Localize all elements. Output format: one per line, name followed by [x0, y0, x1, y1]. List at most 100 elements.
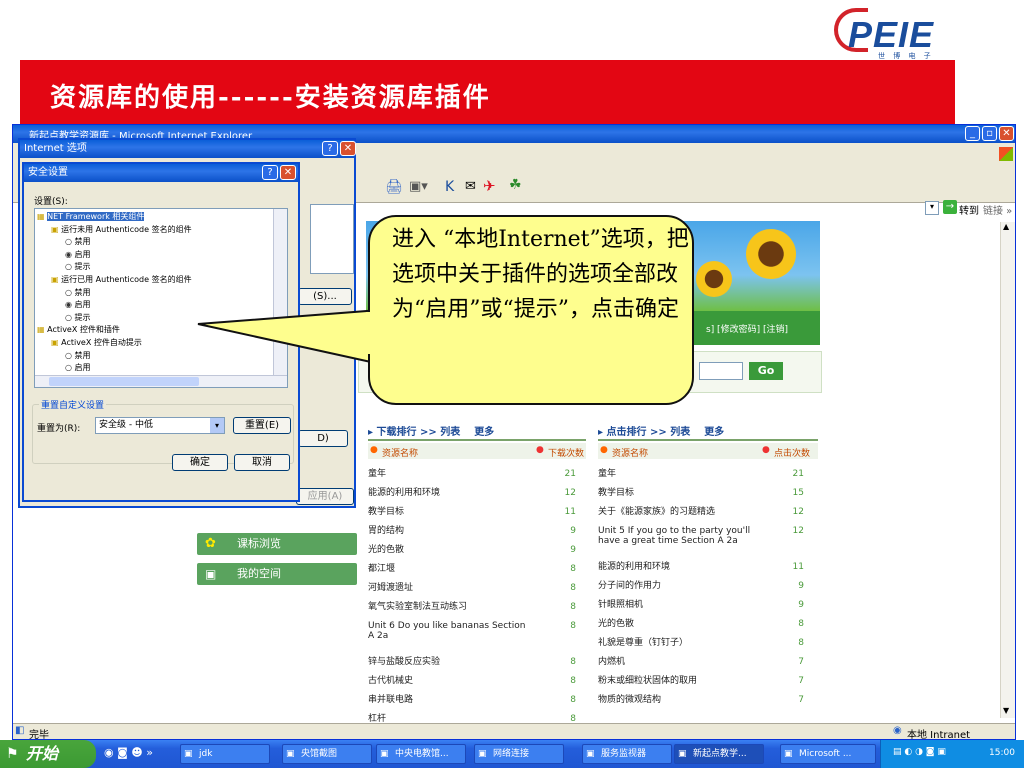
- user-links[interactable]: s] [修改密码] [注销]: [706, 322, 788, 335]
- users-icon[interactable]: ☘: [509, 177, 522, 193]
- taskbar-item[interactable]: ▣ 央馆截图: [282, 744, 372, 764]
- resource-name[interactable]: 分子间的作用力: [598, 581, 758, 591]
- table-row[interactable]: 串并联电路 8: [368, 693, 586, 712]
- taskbar-item[interactable]: ▣ jdk: [180, 744, 270, 764]
- restore-button[interactable]: ▫: [982, 126, 997, 141]
- taskbar-item[interactable]: ▣ Microsoft ...: [780, 744, 876, 764]
- resource-name[interactable]: 氧气实验室制法互动练习: [368, 602, 528, 612]
- tree-radio-option[interactable]: ○ 提示: [65, 312, 91, 323]
- print-icon[interactable]: 🖨: [385, 179, 403, 195]
- table-row[interactable]: 河姆渡遗址 8: [368, 581, 586, 600]
- tray-icons[interactable]: ▤ ◐ ◑ ◙ ▣: [893, 747, 946, 757]
- table-row[interactable]: 氧气实验室制法互动练习 8: [368, 600, 586, 619]
- table-row[interactable]: 都江堰 8: [368, 562, 586, 581]
- taskbar-item[interactable]: ▣ 中央电教馆...: [376, 744, 466, 764]
- tree-item[interactable]: ▦ ActiveX 控件和插件: [37, 324, 120, 335]
- resource-name[interactable]: Unit 6 Do you like bananas Section A 2a: [368, 621, 528, 641]
- side-button-myspace[interactable]: ▣ 我的空间: [197, 563, 357, 585]
- table-row[interactable]: 物质的微观结构 7: [598, 693, 818, 712]
- go-button[interactable]: Go: [749, 362, 783, 380]
- vertical-scrollbar[interactable]: ▲ ▼: [1000, 222, 1015, 718]
- real-icon[interactable]: ✈: [483, 177, 496, 195]
- resource-name[interactable]: 教学目标: [598, 488, 758, 498]
- table-row[interactable]: 光的色散 9: [368, 543, 586, 562]
- tree-radio-option[interactable]: ◉ 启用: [65, 299, 91, 310]
- tree-item[interactable]: ▣ 运行未用 Authenticode 签名的组件: [51, 224, 192, 235]
- table-row[interactable]: 教学目标 15: [598, 486, 818, 505]
- resource-name[interactable]: 河姆渡遗址: [368, 583, 528, 593]
- help-button[interactable]: ?: [262, 165, 278, 180]
- scroll-down-icon[interactable]: ▼: [1003, 706, 1009, 715]
- resource-name[interactable]: 能源的利用和环境: [368, 488, 528, 498]
- table-row[interactable]: 胃的结构 9: [368, 524, 586, 543]
- close-button[interactable]: ✕: [280, 165, 296, 180]
- dropdown-arrow-icon[interactable]: ▾: [210, 418, 224, 433]
- close-button[interactable]: ✕: [340, 141, 356, 156]
- table-row[interactable]: Unit 6 Do you like bananas Section A 2a 8: [368, 619, 586, 655]
- table-row[interactable]: Unit 5 If you go to the party you'll hav…: [598, 524, 818, 560]
- tree-radio-option[interactable]: ○ 禁用: [65, 236, 91, 247]
- tree-radio-option[interactable]: ◉ 启用: [65, 249, 91, 260]
- resource-name[interactable]: 光的色散: [368, 545, 528, 555]
- table-row[interactable]: 粉末或细粒状固体的取用 7: [598, 674, 818, 693]
- tree-radio-option[interactable]: ○ 启用: [65, 362, 91, 373]
- research-icon[interactable]: K: [445, 179, 454, 195]
- resource-name[interactable]: 物质的微观结构: [598, 695, 758, 705]
- resource-name[interactable]: 能源的利用和环境: [598, 562, 758, 572]
- resource-name[interactable]: 内燃机: [598, 657, 758, 667]
- table-row[interactable]: 关于《能源家族》的习题精选 12: [598, 505, 818, 524]
- go-label[interactable]: 转到: [959, 202, 979, 217]
- resource-name[interactable]: 粉末或细粒状固体的取用: [598, 676, 758, 686]
- table-row[interactable]: 能源的利用和环境 12: [368, 486, 586, 505]
- table-row[interactable]: 光的色散 8: [598, 617, 818, 636]
- search-input[interactable]: [699, 362, 743, 380]
- panel-title[interactable]: 点击排行 >> 列表: [607, 427, 691, 438]
- tree-item[interactable]: ▣ ActiveX 控件自动提示: [51, 337, 142, 348]
- table-row[interactable]: 礼貌是尊重（钉钉子） 8: [598, 636, 818, 655]
- reset-button[interactable]: 重置(E): [233, 417, 291, 434]
- default-level-button[interactable]: D): [298, 430, 348, 447]
- table-row[interactable]: 古代机械史 8: [368, 674, 586, 693]
- resource-name[interactable]: 童年: [368, 469, 528, 479]
- panel-title[interactable]: 下载排行 >> 列表: [377, 427, 461, 438]
- resource-name[interactable]: 古代机械史: [368, 676, 528, 686]
- help-button[interactable]: ?: [322, 141, 338, 156]
- ok-button[interactable]: 确定: [172, 454, 228, 471]
- resource-name[interactable]: 针眼照相机: [598, 600, 758, 610]
- table-row[interactable]: 能源的利用和环境 11: [598, 560, 818, 579]
- side-button-curriculum[interactable]: ✿ 课标浏览: [197, 533, 357, 555]
- table-row[interactable]: 分子间的作用力 9: [598, 579, 818, 598]
- taskbar-item[interactable]: ▣ 网络连接: [474, 744, 564, 764]
- resource-name[interactable]: Unit 5 If you go to the party you'll hav…: [598, 526, 758, 546]
- table-row[interactable]: 教学目标 11: [368, 505, 586, 524]
- apply-button[interactable]: 应用(A): [296, 488, 354, 505]
- resource-name[interactable]: 光的色散: [598, 619, 758, 629]
- resource-name[interactable]: 锌与盐酸反应实验: [368, 657, 528, 667]
- table-row[interactable]: 童年 21: [368, 467, 586, 486]
- resource-name[interactable]: 童年: [598, 469, 758, 479]
- tree-item[interactable]: ▣ 运行已用 Authenticode 签名的组件: [51, 274, 192, 285]
- more-link[interactable]: 更多: [704, 427, 724, 438]
- tree-radio-option[interactable]: ○ 禁用: [65, 350, 91, 361]
- tree-radio-option[interactable]: ○ 提示: [65, 261, 91, 272]
- table-row[interactable]: 锌与盐酸反应实验 8: [368, 655, 586, 674]
- table-row[interactable]: 童年 21: [598, 467, 818, 486]
- hscroll-thumb[interactable]: [49, 377, 199, 386]
- minimize-button[interactable]: _: [965, 126, 980, 141]
- table-row[interactable]: 内燃机 7: [598, 655, 818, 674]
- taskbar-item[interactable]: ▣ 新起点教学...: [674, 744, 764, 764]
- resource-name[interactable]: 都江堰: [368, 564, 528, 574]
- resource-name[interactable]: 关于《能源家族》的习题精选: [598, 507, 758, 517]
- more-link[interactable]: 更多: [474, 427, 494, 438]
- quicklaunch-icons[interactable]: ◉ ◙ ☻ »: [104, 746, 153, 759]
- links-label[interactable]: 链接 »: [983, 202, 1012, 217]
- scroll-up-icon[interactable]: ▲: [1003, 222, 1009, 231]
- resource-name[interactable]: 胃的结构: [368, 526, 528, 536]
- tree-radio-option[interactable]: ○ 禁用: [65, 287, 91, 298]
- messenger-icon[interactable]: ✉: [465, 179, 476, 194]
- table-row[interactable]: 针眼照相机 9: [598, 598, 818, 617]
- address-dropdown-icon[interactable]: ▾: [925, 201, 939, 215]
- resource-name[interactable]: 教学目标: [368, 507, 528, 517]
- edit-icon[interactable]: ▣▾: [409, 179, 428, 194]
- zone-list[interactable]: [310, 204, 354, 274]
